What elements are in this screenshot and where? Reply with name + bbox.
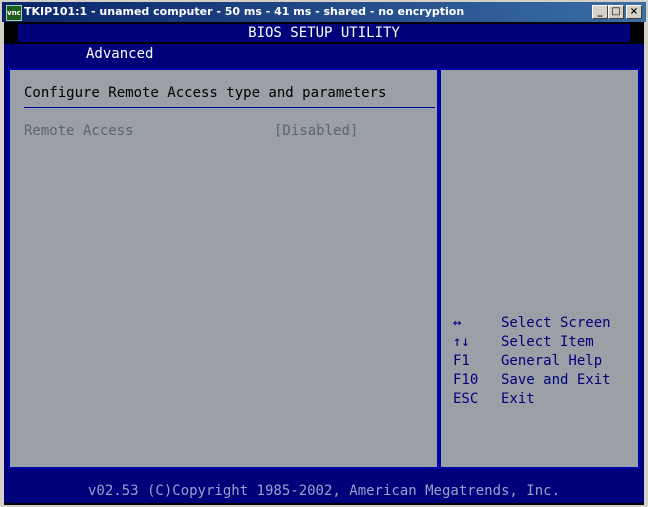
close-button[interactable]: × bbox=[626, 5, 642, 19]
bios-header: BIOS SETUP UTILITY bbox=[4, 22, 644, 44]
arrows-up-down-icon: ↑↓ bbox=[453, 334, 470, 350]
key-f10: F10 bbox=[453, 372, 479, 388]
help-panel: ↔ Select Screen ↑↓ Select Item F1 Genera… bbox=[439, 68, 640, 469]
settings-panel: Configure Remote Access type and paramet… bbox=[8, 68, 439, 469]
key-desc: Save and Exit bbox=[501, 372, 611, 388]
panel-heading: Configure Remote Access type and paramet… bbox=[24, 85, 387, 101]
key-desc: Select Item bbox=[501, 334, 594, 350]
minimize-button[interactable]: _ bbox=[592, 5, 608, 19]
key-row-select-screen: ↔ Select Screen bbox=[453, 314, 643, 333]
key-row-select-item: ↑↓ Select Item bbox=[453, 333, 643, 352]
option-remote-access-value[interactable]: [Disabled] bbox=[274, 122, 358, 140]
option-remote-access-label[interactable]: Remote Access bbox=[24, 122, 134, 140]
maximize-button[interactable]: □ bbox=[608, 5, 624, 19]
vnc-app-icon[interactable]: vnc bbox=[6, 5, 22, 21]
arrows-left-right-icon: ↔ bbox=[453, 315, 462, 331]
heading-divider bbox=[24, 107, 435, 108]
key-esc: ESC bbox=[453, 391, 479, 407]
key-row-general-help: F1 General Help bbox=[453, 352, 643, 371]
bios-footer-copyright: v02.53 (C)Copyright 1985-2002, American … bbox=[4, 479, 644, 503]
key-row-exit: ESC Exit bbox=[453, 390, 643, 409]
key-desc: Exit bbox=[501, 391, 535, 407]
window-title-bar[interactable]: vnc TKIP101:1 - unamed computer - 50 ms … bbox=[2, 2, 646, 22]
key-f1: F1 bbox=[453, 353, 470, 369]
window-title: TKIP101:1 - unamed computer - 50 ms - 41… bbox=[24, 5, 465, 18]
key-desc: General Help bbox=[501, 353, 603, 369]
key-row-save-exit: F10 Save and Exit bbox=[453, 371, 643, 390]
bios-tab-bar: Advanced bbox=[4, 44, 644, 65]
tab-advanced[interactable]: Advanced bbox=[84, 44, 156, 65]
bios-screen[interactable]: BIOS SETUP UTILITY Advanced Configure Re… bbox=[4, 22, 644, 505]
bios-title: BIOS SETUP UTILITY bbox=[248, 25, 400, 41]
key-legend: ↔ Select Screen ↑↓ Select Item F1 Genera… bbox=[453, 314, 643, 409]
key-desc: Select Screen bbox=[501, 315, 611, 331]
bios-body: Configure Remote Access type and paramet… bbox=[4, 64, 644, 479]
